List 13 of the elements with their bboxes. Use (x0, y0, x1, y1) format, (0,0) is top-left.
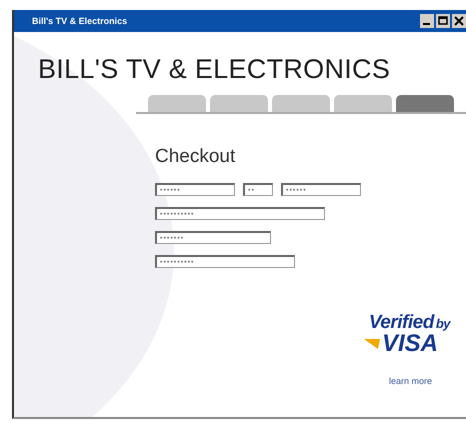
checkout-heading: Checkout (155, 146, 236, 168)
window-title: Bill's TV & Electronics (32, 16, 128, 26)
site-title: BILL'S TV & ELECTRONICS (38, 54, 392, 85)
nav-tab[interactable] (334, 95, 392, 112)
close-button[interactable] (452, 14, 466, 28)
minimize-button[interactable] (420, 14, 434, 28)
learn-more-link[interactable]: learn more (388, 376, 450, 386)
maximize-button[interactable] (436, 14, 450, 28)
nav-tab[interactable] (396, 95, 454, 112)
verified-by-visa-logo: Verifiedby VISA (364, 312, 450, 358)
nav-tab[interactable] (272, 95, 330, 112)
nav-tab[interactable] (148, 95, 206, 112)
nav-tab[interactable] (210, 95, 268, 112)
